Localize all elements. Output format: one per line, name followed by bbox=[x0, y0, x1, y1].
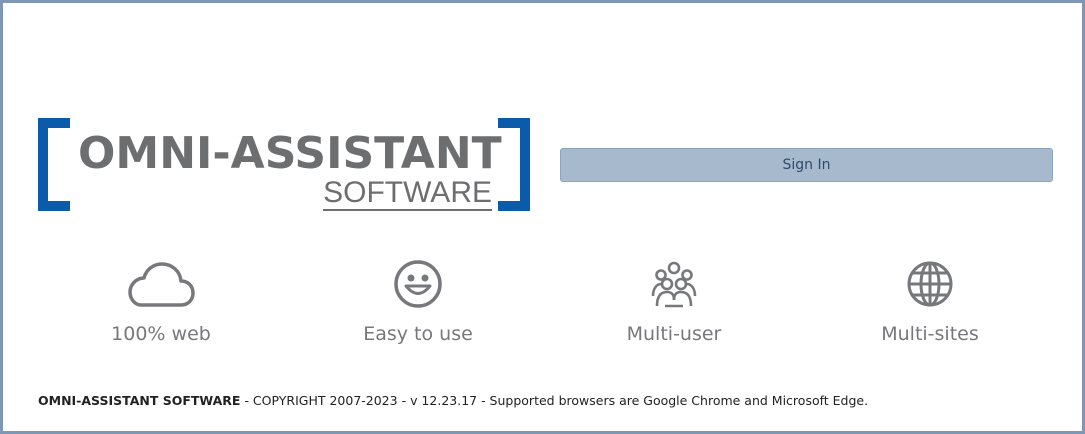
logo-main-text: OMNI-ASSISTANT bbox=[78, 128, 502, 179]
smiley-icon bbox=[318, 255, 518, 313]
feature-100-web: 100% web bbox=[61, 255, 261, 345]
feature-multi-sites: Multi-sites bbox=[830, 255, 1030, 345]
footer: OMNI-ASSISTANT SOFTWARE - COPYRIGHT 2007… bbox=[38, 393, 868, 408]
feature-label: 100% web bbox=[111, 323, 211, 345]
cloud-icon bbox=[61, 255, 261, 313]
feature-label: Multi-user bbox=[626, 323, 722, 345]
logo-right-bracket bbox=[498, 118, 530, 211]
login-page: OMNI-ASSISTANT SOFTWARE Sign In 100% web… bbox=[0, 0, 1085, 434]
users-icon bbox=[574, 255, 774, 313]
feature-label: Multi-sites bbox=[881, 323, 979, 345]
feature-easy-to-use: Easy to use bbox=[318, 255, 518, 345]
footer-copyright: - COPYRIGHT 2007-2023 - bbox=[240, 393, 411, 408]
feature-label: Easy to use bbox=[363, 323, 473, 345]
sign-in-button[interactable]: Sign In bbox=[560, 148, 1053, 182]
globe-icon bbox=[830, 255, 1030, 313]
omni-assistant-logo: OMNI-ASSISTANT SOFTWARE bbox=[38, 118, 530, 211]
footer-version: v 12.23.17 - Supported browsers are Goog… bbox=[410, 393, 869, 408]
footer-brand: OMNI-ASSISTANT SOFTWARE bbox=[38, 393, 241, 408]
feature-multi-user: Multi-user bbox=[574, 255, 774, 345]
logo-left-bracket bbox=[38, 118, 70, 211]
logo-sub-text: SOFTWARE bbox=[323, 176, 492, 211]
